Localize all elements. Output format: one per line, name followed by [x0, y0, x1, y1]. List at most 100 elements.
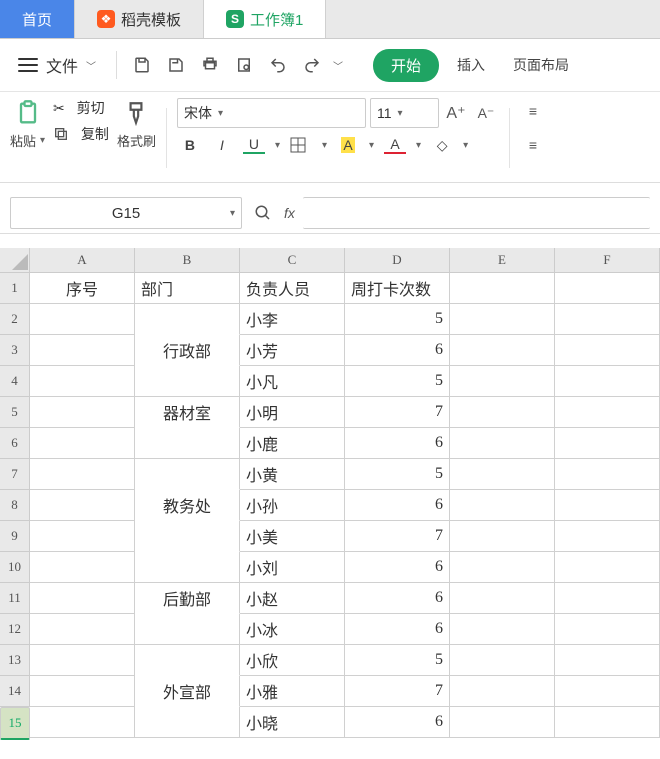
cell[interactable]	[450, 459, 555, 490]
cell[interactable]	[30, 397, 135, 428]
cell[interactable]: 小欣	[240, 645, 345, 676]
cell[interactable]	[30, 583, 135, 614]
cell[interactable]	[450, 428, 555, 459]
cell[interactable]	[450, 273, 555, 304]
align-top-icon[interactable]: ≡	[520, 98, 546, 124]
cell[interactable]	[135, 366, 240, 397]
font-color-button[interactable]: A	[384, 136, 406, 154]
font-size-select[interactable]: 11▾	[370, 98, 439, 128]
cell[interactable]: 小晓	[240, 707, 345, 738]
cell[interactable]: 小冰	[240, 614, 345, 645]
cell[interactable]: 6	[345, 552, 450, 583]
cell[interactable]: 小刘	[240, 552, 345, 583]
cell[interactable]	[555, 304, 660, 335]
cell[interactable]: 7	[345, 521, 450, 552]
cell[interactable]	[135, 552, 240, 583]
cell[interactable]	[135, 707, 240, 738]
cell[interactable]	[30, 521, 135, 552]
cell[interactable]: 教务处	[135, 490, 240, 521]
row-header[interactable]: 5	[0, 397, 30, 428]
cell[interactable]: 器材室	[135, 397, 240, 428]
cell[interactable]: 小凡	[240, 366, 345, 397]
italic-button[interactable]: I	[211, 137, 233, 153]
print-preview-icon[interactable]	[231, 52, 257, 78]
cell[interactable]	[30, 707, 135, 738]
cell[interactable]: 6	[345, 614, 450, 645]
cell[interactable]	[30, 552, 135, 583]
cell[interactable]: 6	[345, 335, 450, 366]
cell[interactable]	[30, 490, 135, 521]
cell[interactable]	[450, 366, 555, 397]
cell[interactable]	[555, 521, 660, 552]
tab-home[interactable]: 首页	[0, 0, 75, 38]
cell[interactable]: 负责人员	[240, 273, 345, 304]
cell[interactable]	[30, 614, 135, 645]
insert-tab[interactable]: 插入	[447, 49, 495, 81]
row-header[interactable]: 12	[0, 614, 30, 645]
spreadsheet-grid[interactable]: A B C D E F 1 序号 部门 负责人员 周打卡次数 2 小李 5 3 …	[0, 248, 660, 740]
row-header[interactable]: 3	[0, 335, 30, 366]
align-bottom-icon[interactable]: ≡	[520, 132, 546, 158]
cell[interactable]	[135, 614, 240, 645]
cell[interactable]	[135, 459, 240, 490]
cell[interactable]	[450, 614, 555, 645]
cell[interactable]	[555, 397, 660, 428]
cell[interactable]: 后勤部	[135, 583, 240, 614]
underline-button[interactable]: U	[243, 136, 265, 154]
col-header[interactable]: E	[450, 248, 555, 273]
cell[interactable]	[555, 366, 660, 397]
cell[interactable]	[450, 552, 555, 583]
eraser-button[interactable]: ◇	[431, 137, 453, 154]
undo-icon[interactable]	[265, 52, 291, 78]
cell[interactable]	[555, 614, 660, 645]
cell[interactable]	[555, 335, 660, 366]
name-box[interactable]: G15▾	[10, 197, 242, 229]
tab-workbook[interactable]: S 工作簿1	[204, 0, 326, 38]
cell[interactable]: 小李	[240, 304, 345, 335]
cell[interactable]: 小美	[240, 521, 345, 552]
cell[interactable]: 序号	[30, 273, 135, 304]
row-header[interactable]: 6	[0, 428, 30, 459]
save-as-icon[interactable]	[163, 52, 189, 78]
cell[interactable]	[450, 676, 555, 707]
tab-template[interactable]: ❖ 稻壳模板	[75, 0, 204, 38]
select-all-corner[interactable]	[0, 248, 30, 273]
row-header[interactable]: 14	[0, 676, 30, 707]
row-header[interactable]: 13	[0, 645, 30, 676]
cell[interactable]	[30, 366, 135, 397]
save-icon[interactable]	[129, 52, 155, 78]
fx-icon[interactable]: fx	[284, 205, 295, 221]
cell[interactable]	[555, 273, 660, 304]
cell[interactable]	[30, 304, 135, 335]
cell[interactable]	[135, 521, 240, 552]
cell[interactable]	[135, 645, 240, 676]
cell[interactable]	[30, 645, 135, 676]
cell[interactable]: 5	[345, 304, 450, 335]
cell[interactable]	[555, 490, 660, 521]
cell[interactable]: 小雅	[240, 676, 345, 707]
col-header[interactable]: D	[345, 248, 450, 273]
cell[interactable]: 5	[345, 459, 450, 490]
cell[interactable]	[555, 707, 660, 738]
cell[interactable]: 7	[345, 397, 450, 428]
cell[interactable]: 小孙	[240, 490, 345, 521]
cell[interactable]	[450, 707, 555, 738]
cell[interactable]: 周打卡次数	[345, 273, 450, 304]
cell[interactable]: 7	[345, 676, 450, 707]
cell[interactable]	[450, 397, 555, 428]
cell[interactable]	[450, 521, 555, 552]
cell[interactable]	[450, 335, 555, 366]
bold-button[interactable]: B	[179, 137, 201, 153]
cell[interactable]: 5	[345, 366, 450, 397]
cell[interactable]: 6	[345, 583, 450, 614]
print-icon[interactable]	[197, 52, 223, 78]
page-layout-tab[interactable]: 页面布局	[503, 49, 579, 81]
zoom-icon[interactable]	[250, 200, 276, 226]
cell[interactable]	[30, 676, 135, 707]
cell[interactable]	[30, 428, 135, 459]
decrease-font-icon[interactable]: A⁻	[473, 100, 499, 126]
cell[interactable]: 行政部	[135, 335, 240, 366]
cell[interactable]	[555, 583, 660, 614]
file-menu[interactable]: 文件 ﹀	[10, 49, 104, 81]
row-header[interactable]: 2	[0, 304, 30, 335]
